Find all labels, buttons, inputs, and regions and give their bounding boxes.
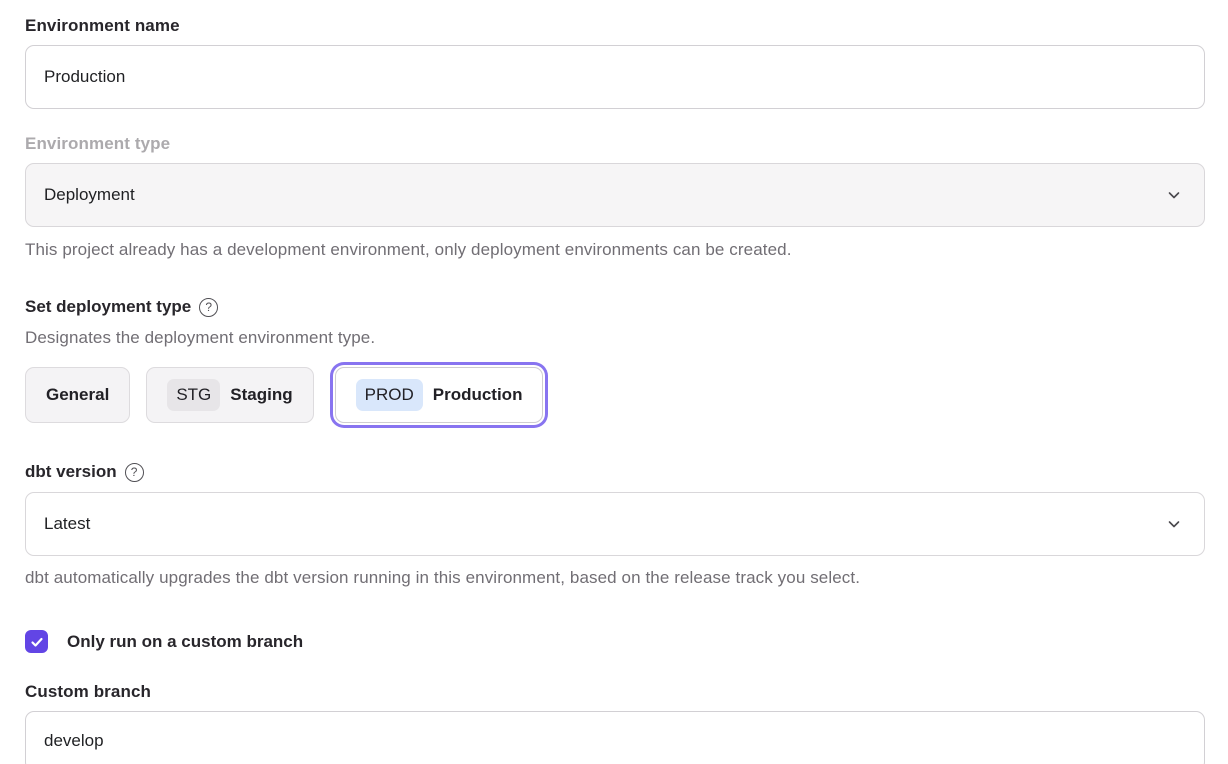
help-icon[interactable]: ? [199,298,218,317]
deployment-type-option-general-label: General [46,385,109,405]
production-badge: PROD [356,379,423,411]
staging-badge: STG [167,379,220,411]
custom-branch-checkbox-label: Only run on a custom branch [67,632,303,652]
dbt-version-helper: dbt automatically upgrades the dbt versi… [25,568,1205,588]
dbt-version-value: Latest [44,514,90,534]
deployment-type-heading-text: Set deployment type [25,297,191,317]
custom-branch-input[interactable] [25,711,1205,764]
dbt-version-label: dbt version [25,462,117,482]
deployment-type-option-production[interactable]: PROD Production [335,367,544,423]
custom-branch-checkbox[interactable] [25,630,48,653]
chevron-down-icon [1166,187,1182,203]
environment-name-label: Environment name [25,16,1205,36]
deployment-type-heading: Set deployment type ? [25,297,1205,317]
environment-type-value: Deployment [44,185,135,205]
custom-branch-label: Custom branch [25,682,1205,702]
deployment-type-option-production-label: Production [433,385,523,405]
dbt-version-heading: dbt version ? [25,462,1205,482]
environment-name-input[interactable] [25,45,1205,109]
custom-branch-checkbox-row: Only run on a custom branch [25,630,1205,653]
dbt-version-select[interactable]: Latest [25,492,1205,556]
checkmark-icon [30,635,44,649]
help-icon[interactable]: ? [125,463,144,482]
deployment-type-option-staging[interactable]: STG Staging [146,367,313,423]
chevron-down-icon [1166,516,1182,532]
deployment-type-options: General STG Staging PROD Production [25,364,1205,426]
environment-type-label: Environment type [25,134,1205,154]
deployment-type-option-general[interactable]: General [25,367,130,423]
environment-type-helper: This project already has a development e… [25,240,1205,260]
environment-type-select: Deployment [25,163,1205,227]
deployment-type-helper: Designates the deployment environment ty… [25,328,1205,348]
deployment-type-option-staging-label: Staging [230,385,292,405]
environment-settings-form: Environment name Environment type Deploy… [0,0,1228,764]
